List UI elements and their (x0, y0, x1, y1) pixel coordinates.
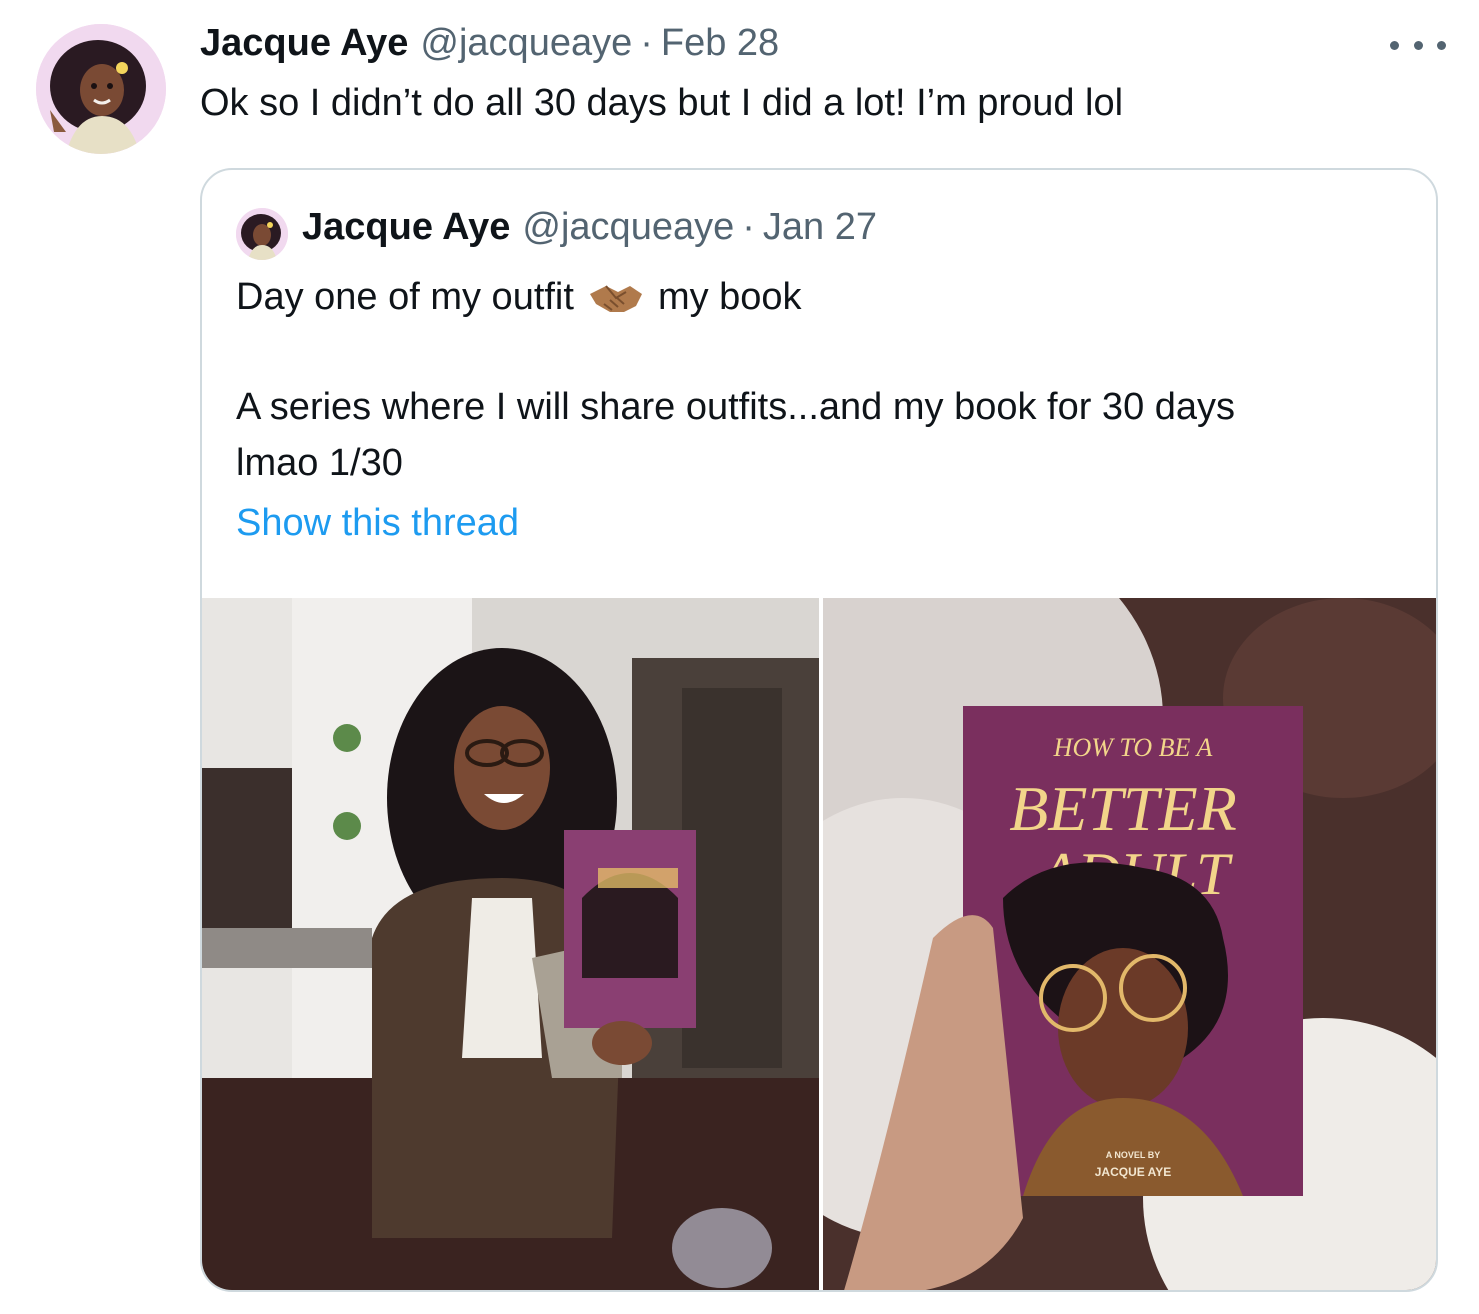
more-dot (1413, 40, 1423, 50)
quoted-author-handle: @jacqueaye (522, 206, 735, 248)
author-handle[interactable]: @jacqueaye (420, 22, 632, 65)
quoted-text-line1: Day one of my outfit my book (236, 276, 802, 319)
show-thread-link[interactable]: Show this thread (236, 502, 519, 545)
quoted-tweet[interactable]: Jacque Aye @jacqueaye · Jan 27 Day one o… (200, 168, 1438, 1292)
tweet-header: Jacque Aye @jacqueaye · Feb 28 (200, 22, 779, 72)
quoted-text-before-emoji: Day one of my outfit (236, 276, 574, 318)
quoted-header-separator: · (742, 206, 755, 248)
tweet[interactable]: Jacque Aye @jacqueaye · Feb 28 Ok so I d… (0, 0, 1479, 1314)
header-separator: · (640, 22, 653, 64)
quoted-text-line2: A series where I will share outfits...an… (236, 386, 1236, 428)
more-dot (1437, 40, 1446, 50)
handshake-emoji-icon (586, 278, 646, 318)
tweet-date[interactable]: Feb 28 (661, 22, 779, 65)
quoted-header: Jacque Aye @jacqueaye · Jan 27 (302, 206, 877, 256)
book-title-top: HOW TO BE A (1053, 733, 1213, 762)
author-avatar[interactable] (36, 24, 166, 154)
book-title-main1: BETTER (1009, 773, 1237, 844)
photo-woman-holding-book[interactable] (202, 598, 819, 1290)
more-dot (1390, 40, 1399, 50)
more-horizontal-icon[interactable] (1390, 30, 1446, 60)
photo-book-cover[interactable]: HOW TO BE A BETTER ADULT A NOVEL BY JACQ… (823, 598, 1436, 1290)
quoted-author-avatar (236, 208, 288, 260)
quoted-text-after-emoji: my book (657, 276, 802, 318)
quoted-text-line3: lmao 1/30 (236, 442, 403, 484)
book-byline1: A NOVEL BY (1106, 1150, 1161, 1160)
book-byline2: JACQUE AYE (1095, 1165, 1171, 1179)
quoted-author-name: Jacque Aye (302, 206, 511, 248)
quoted-date: Jan 27 (762, 206, 877, 248)
tweet-text: Ok so I didn’t do all 30 days but I did … (200, 82, 1124, 124)
author-name[interactable]: Jacque Aye (200, 22, 408, 65)
